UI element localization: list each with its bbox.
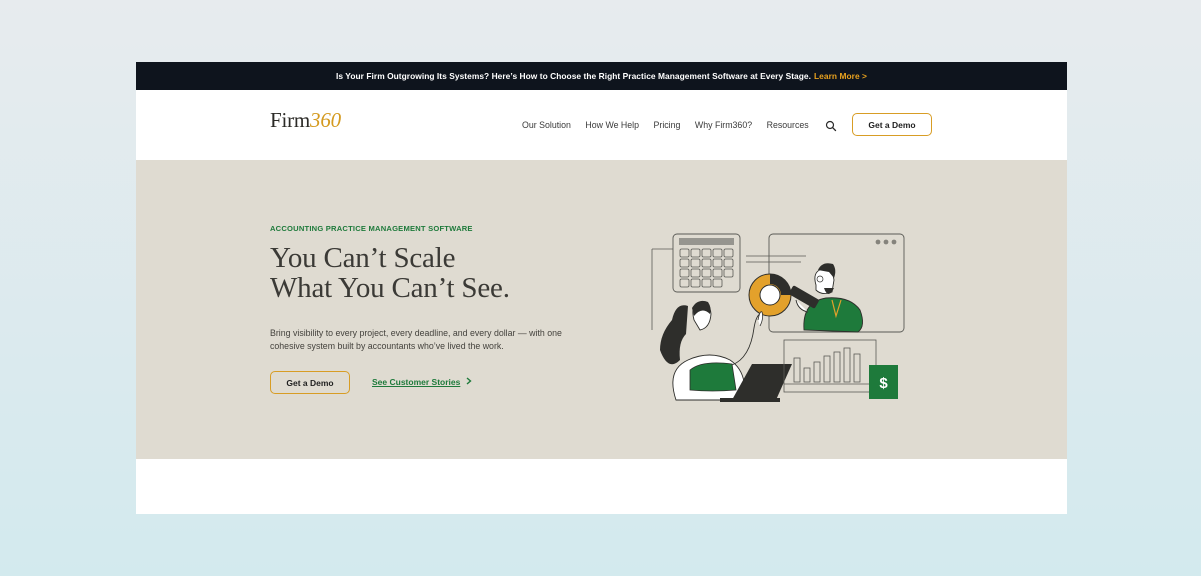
main-navigation: Our Solution How We Help Pricing Why Fir… (522, 119, 837, 132)
nav-item-resources[interactable]: Resources (767, 120, 809, 130)
nav-item-pricing[interactable]: Pricing (654, 120, 681, 130)
firm360-logo[interactable]: Firm360 (270, 108, 341, 133)
nav-item-our-solution[interactable]: Our Solution (522, 120, 571, 130)
header-get-demo-button[interactable]: Get a Demo (852, 113, 932, 136)
browser-page: Is Your Firm Outgrowing Its Systems? Her… (136, 62, 1067, 514)
hero-subtext: Bring visibility to every project, every… (270, 328, 562, 351)
search-icon[interactable] (825, 119, 837, 132)
see-customer-stories-link[interactable]: See Customer Stories (372, 377, 472, 387)
announcement-bar: Is Your Firm Outgrowing Its Systems? Her… (136, 62, 1067, 90)
hero-headline-line-2: What You Can’t See. (270, 272, 510, 304)
dollar-sign: $ (879, 375, 888, 392)
nav-item-why-firm360[interactable]: Why Firm360? (695, 120, 752, 130)
hero-headline-line-1: You Can’t Scale (270, 242, 456, 274)
dollar-badge-icon: $ (869, 365, 898, 399)
logo-wordmark: Firm (270, 108, 311, 132)
bar-chart-icon (783, 339, 877, 393)
see-customer-stories-label: See Customer Stories (372, 377, 461, 387)
site-header: Firm360 Our Solution How We Help Pricing… (136, 90, 1067, 160)
donut-chart-icon (748, 273, 792, 317)
logo-accent: 360 (310, 108, 341, 132)
hero-get-demo-button[interactable]: Get a Demo (270, 371, 350, 394)
hero-section: ACCOUNTING PRACTICE MANAGEMENT SOFTWARE … (136, 160, 1067, 459)
hero-illustration: $ (651, 233, 905, 402)
nav-item-how-we-help[interactable]: How We Help (585, 120, 639, 130)
hero-headline: You Can’t Scale What You Can’t See. (270, 243, 510, 303)
hero-eyebrow: ACCOUNTING PRACTICE MANAGEMENT SOFTWARE (270, 224, 473, 233)
chevron-right-icon (466, 377, 472, 387)
content-below-hero (136, 459, 1067, 514)
calculator-icon (672, 233, 741, 293)
announcement-learn-more-link[interactable]: Learn More > (814, 71, 867, 81)
announcement-text: Is Your Firm Outgrowing Its Systems? Her… (336, 71, 812, 81)
man-figure (789, 263, 863, 333)
